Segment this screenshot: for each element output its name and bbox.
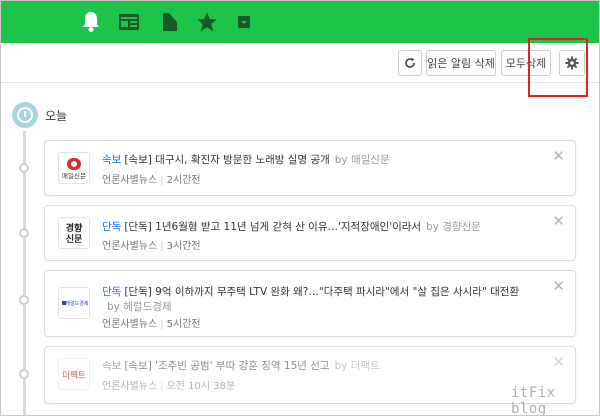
source-logo: 더팩트 [58, 358, 90, 390]
notification-source: by 경향신문 [426, 221, 481, 233]
svg-text:더팩트: 더팩트 [62, 370, 86, 381]
notification-tag: 단독 [102, 221, 122, 233]
notification-time: 3시간전 [166, 241, 201, 252]
star-icon[interactable] [194, 9, 220, 35]
notification-source-line: by 헤럴드경제 [102, 299, 172, 314]
notification-meta: 언론사별뉴스 | 오전 10시 38분 [102, 381, 236, 392]
refresh-icon [405, 57, 415, 68]
svg-text:헤럴드경제: 헤럴드경제 [65, 300, 88, 307]
close-icon[interactable]: ✕ [552, 149, 565, 164]
inbox-icon[interactable] [231, 9, 257, 35]
highlight-annotation [528, 38, 588, 97]
svg-text:경향: 경향 [66, 222, 83, 234]
notification-category: 언론사별뉴스 [102, 241, 158, 252]
notification-window: 읽은 알림 삭제 모두삭제 오늘 매일신문 속보 [속보] 대구시, 확진자 방문… [0, 0, 600, 416]
notification-category: 언론사별뉴스 [102, 175, 158, 186]
timeline-node [19, 295, 29, 305]
news-icon[interactable] [116, 9, 142, 35]
svg-text:신문: 신문 [66, 233, 83, 245]
notification-card[interactable]: 헤럴드경제 단독 [단독] 9억 이하까지 무주택 LTV 완화 왜?…"다주택 … [44, 270, 576, 337]
notification-headline[interactable]: 단독 [단독] 1년6월형 받고 11년 넘게 갇혀 산 이유…'지적장애인'이라… [102, 219, 481, 234]
notification-meta: 언론사별뉴스 | 3시간전 [102, 241, 201, 252]
watermark: itFix blog [511, 385, 556, 416]
notification-headline[interactable]: 단독 [단독] 9억 이하까지 무주택 LTV 완화 왜?…"다주택 파시라"에서… [102, 284, 519, 299]
timeline-node [19, 163, 29, 173]
notification-card[interactable]: 매일신문 속보 [속보] 대구시, 확진자 방문한 노래방 실명 공개 by 매일신… [44, 140, 576, 196]
notification-title: [속보] 대구시, 확진자 방문한 노래방 실명 공개 [124, 154, 330, 166]
notification-title: [속보] '조주빈 공범' 부따 강훈 징역 15년 선고 [124, 360, 330, 372]
notification-category: 언론사별뉴스 [102, 319, 158, 330]
notification-source: by 매일신문 [334, 154, 390, 166]
today-label: 오늘 [45, 109, 68, 123]
close-icon[interactable]: ✕ [552, 355, 565, 370]
notification-category: 언론사별뉴스 [102, 381, 158, 392]
close-icon[interactable]: ✕ [552, 279, 565, 294]
notification-time: 2시간전 [166, 175, 201, 186]
timeline-node [19, 369, 29, 379]
notification-headline[interactable]: 속보 [속보] 대구시, 확진자 방문한 노래방 실명 공개 by 매일신문 [102, 152, 390, 167]
notification-tag: 단독 [102, 286, 122, 298]
source-logo: 매일신문 [58, 152, 90, 184]
notification-title: [단독] 1년6월형 받고 11년 넘게 갇혀 산 이유…'지적장애인'이라서 [124, 221, 422, 233]
notification-tag: 속보 [102, 360, 122, 372]
notification-time: 5시간전 [166, 319, 201, 330]
clock-icon [12, 102, 38, 128]
bell-icon[interactable] [78, 9, 104, 35]
notification-title: [단독] 9억 이하까지 무주택 LTV 완화 왜?…"다주택 파시라"에서 "… [124, 286, 520, 298]
svg-text:매일신문: 매일신문 [62, 171, 86, 180]
notification-source: by 헤럴드경제 [107, 301, 172, 313]
top-nav-bar [1, 1, 599, 43]
close-icon[interactable]: ✕ [552, 214, 565, 229]
notification-tag: 속보 [102, 154, 122, 166]
timeline-node [19, 228, 29, 238]
refresh-button[interactable] [398, 50, 422, 76]
notification-headline[interactable]: 속보 [속보] '조주빈 공범' 부따 강훈 징역 15년 선고 by 더팩트 [102, 358, 380, 373]
source-logo: 헤럴드경제 [58, 287, 90, 319]
notification-meta: 언론사별뉴스 | 5시간전 [102, 319, 201, 330]
bookmark-icon[interactable] [157, 9, 183, 35]
notification-card[interactable]: 더팩트 속보 [속보] '조주빈 공범' 부따 강훈 징역 15년 선고 by 더팩… [44, 346, 576, 404]
toolbar: 읽은 알림 삭제 모두삭제 [1, 43, 599, 83]
delete-read-button[interactable]: 읽은 알림 삭제 [426, 50, 496, 76]
notification-card[interactable]: 경향 신문 단독 [단독] 1년6월형 받고 11년 넘게 갇혀 산 이유…'지적… [44, 205, 576, 261]
notification-time: 오전 10시 38분 [166, 381, 236, 392]
source-logo: 경향 신문 [58, 217, 90, 249]
notification-source: by 더팩트 [334, 360, 380, 372]
notification-meta: 언론사별뉴스 | 2시간전 [102, 175, 201, 186]
